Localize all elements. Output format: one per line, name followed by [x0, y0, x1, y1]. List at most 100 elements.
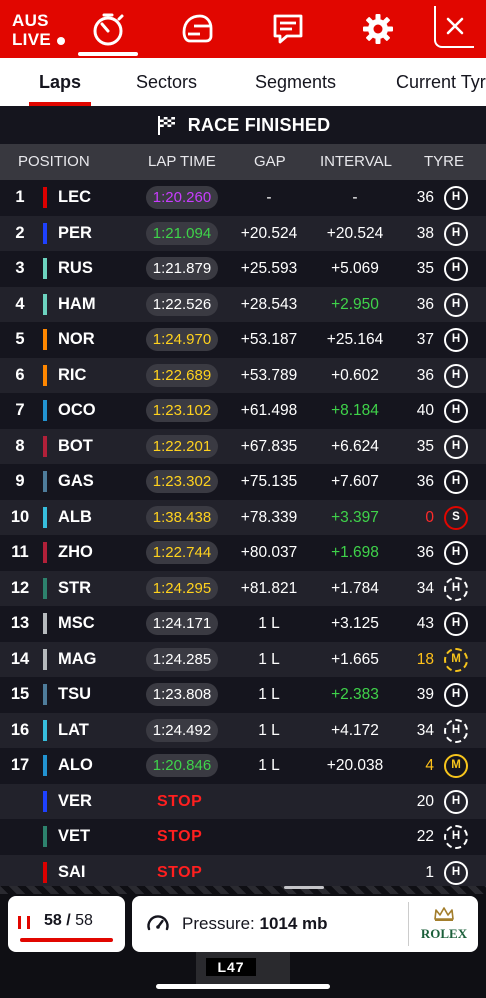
header-tyre: TYRE	[424, 153, 465, 170]
tyre-laps: 35	[416, 260, 434, 277]
weather-card[interactable]: Pressure: 1014 mb ROLEX	[132, 886, 478, 952]
table-row[interactable]: 4 HAM 1:22.526 +28.543 +2.950 36 H	[0, 286, 486, 322]
tyre-compound-icon: H	[444, 789, 468, 814]
gap-value: +81.821	[240, 579, 298, 597]
team-color-bar	[43, 222, 47, 244]
table-row[interactable]: VET STOP 22 H	[0, 819, 486, 855]
position-number: 11	[11, 543, 29, 561]
top-bar: AUS LIVE	[0, 0, 486, 58]
table-row[interactable]: 9 GAS 1:23.302 +75.135 +7.607 36 H	[0, 464, 486, 500]
lap-time-pill: 1:22.689	[146, 363, 218, 387]
table-row[interactable]: VER STOP 20 H	[0, 783, 486, 819]
gear-icon	[363, 14, 393, 44]
gap-value: +78.339	[240, 508, 298, 526]
tyre-laps: 38	[416, 224, 434, 242]
interval-value: +2.383	[331, 686, 379, 703]
interval-value: +0.602	[331, 366, 379, 384]
table-row[interactable]: 7 OCO 1:23.102 +61.498 +8.184 40 H	[0, 393, 486, 429]
table-row[interactable]: SAI STOP 1 H	[0, 854, 486, 890]
lap-time-pill: 1:24.970	[146, 328, 218, 351]
table-row[interactable]: 3 RUS 1:21.879 +25.593 +5.069 35 H	[0, 251, 486, 287]
sponsor-logo: ROLEX	[416, 906, 472, 944]
driver-code: PER	[58, 223, 92, 242]
table-row[interactable]: 15 TSU 1:23.808 1 L +2.383 39 H	[0, 677, 486, 713]
interval-value: +20.038	[326, 757, 384, 774]
position-number: 1	[15, 188, 25, 206]
drag-handle[interactable]	[284, 886, 324, 889]
team-color-bar	[43, 861, 47, 883]
table-row[interactable]: 8 BOT 1:22.201 +67.835 +6.624 35 H	[0, 428, 486, 464]
drivers-tab-button[interactable]	[177, 10, 217, 48]
team-color-bar	[43, 471, 47, 492]
driver-code: RUS	[58, 259, 93, 277]
tyre-compound-icon: M	[444, 754, 468, 778]
table-row[interactable]: 2 PER 1:21.094 +20.524 +20.524 38 H	[0, 215, 486, 251]
home-indicator[interactable]	[156, 984, 330, 989]
tyre-laps: 4	[425, 757, 434, 774]
team-color-bar	[43, 258, 47, 279]
driver-code: LAT	[58, 720, 89, 739]
gap-value: +80.037	[240, 544, 298, 561]
position-number: 10	[10, 507, 30, 526]
tyre-laps: 39	[416, 686, 434, 703]
driver-code: OCO	[58, 401, 96, 419]
table-row[interactable]: 1 LEC 1:20.260 - - 36 H	[0, 180, 486, 216]
table-row[interactable]: 10 ALB 1:38.438 +78.339 +3.397 0 S	[0, 499, 486, 535]
table-row[interactable]: 17 ALO 1:20.846 1 L +20.038 4 M	[0, 748, 486, 784]
gap-value: 1 L	[258, 721, 280, 739]
team-color-bar	[43, 364, 47, 386]
lap-counter-card[interactable]: 58 / 58	[8, 896, 125, 952]
tab-sectors[interactable]: Sectors	[136, 58, 197, 106]
driver-code: HAM	[58, 294, 96, 313]
close-button[interactable]	[434, 6, 474, 48]
gap-value: +67.835	[240, 437, 298, 455]
table-row[interactable]: 13 MSC 1:24.171 1 L +3.125 43 H	[0, 606, 486, 642]
team-color-bar	[43, 719, 47, 741]
tyre-compound-icon: H	[444, 328, 468, 352]
table-row[interactable]: 12 STR 1:24.295 +81.821 +1.784 34 H	[0, 570, 486, 606]
driver-code: NOR	[58, 330, 95, 348]
tyre-laps: 20	[416, 792, 434, 810]
driver-code: TSU	[58, 685, 91, 703]
table-row[interactable]: 6 RIC 1:22.689 +53.789 +0.602 36 H	[0, 357, 486, 393]
settings-button[interactable]	[358, 10, 398, 48]
close-icon	[446, 17, 464, 35]
stop-status: STOP	[157, 792, 203, 810]
tyre-laps: 36	[416, 295, 434, 313]
pause-icon	[18, 916, 30, 929]
table-row[interactable]: 5 NOR 1:24.970 +53.187 +25.164 37 H	[0, 322, 486, 358]
tyre-compound-icon: H	[444, 292, 468, 317]
pressure-value: 1014 mb	[259, 914, 328, 933]
table-row[interactable]: 16 LAT 1:24.492 1 L +4.172 34 H	[0, 712, 486, 748]
banner-text: RACE FINISHED	[187, 114, 331, 135]
position-number: 13	[10, 614, 30, 632]
tyre-compound-icon: H	[444, 221, 468, 246]
driver-code: SAI	[58, 862, 86, 881]
tyre-compound-icon: H	[444, 612, 468, 636]
interval-value: +25.164	[326, 331, 384, 348]
tyre-laps: 36	[416, 473, 434, 490]
tyre-compound-icon: H	[444, 470, 468, 494]
gap-value: 1 L	[258, 757, 280, 774]
lap-time-pill: 1:22.201	[146, 434, 218, 458]
table-row[interactable]: 11 ZHO 1:22.744 +80.037 +1.698 36 H	[0, 535, 486, 571]
table-row[interactable]: 14 MAG 1:24.285 1 L +1.665 18 M	[0, 641, 486, 677]
lap-time-pill: 1:20.260	[146, 186, 218, 209]
race-control-tab-button[interactable]	[268, 10, 308, 48]
timing-tab-button[interactable]	[78, 10, 138, 56]
tab-segments[interactable]: Segments	[255, 58, 336, 106]
position-number: 6	[15, 365, 25, 384]
tyre-laps: 35	[416, 437, 434, 455]
session-status: LIVE	[12, 30, 51, 49]
tyre-laps: 43	[416, 615, 434, 632]
chat-icon	[273, 14, 303, 44]
tab-current-tyre[interactable]: Current Tyre	[396, 58, 486, 106]
tab-laps[interactable]: Laps	[28, 58, 92, 106]
lap-time-pill: 1:24.171	[146, 612, 218, 635]
lap-time-pill: 1:24.295	[146, 576, 218, 600]
tyre-compound-icon: S	[444, 505, 468, 530]
interval-value: +4.172	[331, 721, 379, 739]
helmet-icon	[182, 14, 213, 43]
stop-status: STOP	[157, 828, 203, 845]
position-number: 12	[10, 578, 30, 597]
